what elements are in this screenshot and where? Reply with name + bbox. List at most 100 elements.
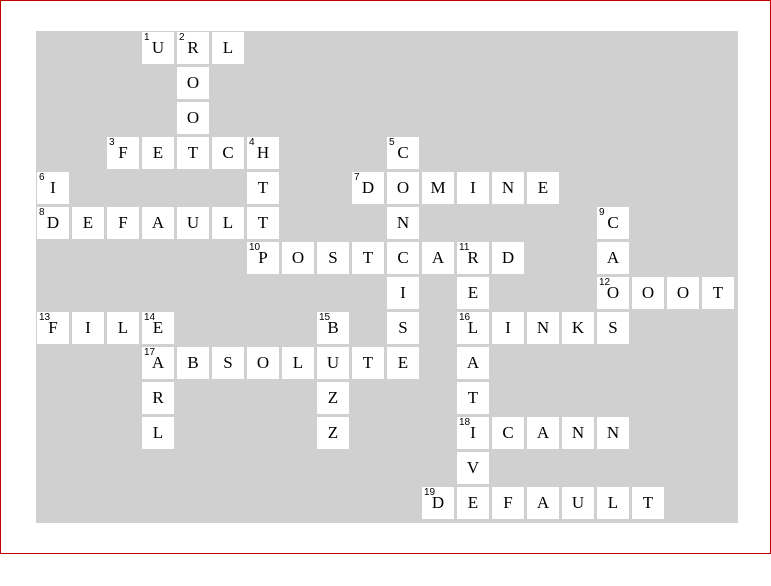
crossword-cell[interactable]: O [177,102,209,134]
crossword-cell[interactable]: D [492,242,524,274]
crossword-cell[interactable]: O [632,277,664,309]
crossword-cell[interactable]: 10 P [247,242,279,274]
cell-letter: D [46,213,60,232]
cell-letter: A [536,493,550,512]
crossword-cell[interactable]: 19 D [422,487,454,519]
crossword-cell[interactable]: 1U [142,32,174,64]
cell-letter: T [187,143,199,162]
crossword-cell[interactable]: B [177,347,209,379]
crossword-cell[interactable]: T [457,382,489,414]
cell-letter: F [48,318,58,337]
crossword-cell[interactable]: A [527,417,559,449]
crossword-cell[interactable]: 6I [37,172,69,204]
crossword-cell[interactable]: 16 L [457,312,489,344]
cell-letter: N [396,213,410,232]
crossword-cell[interactable]: S [597,312,629,344]
crossword-cell[interactable]: 11 R [457,242,489,274]
crossword-cell[interactable]: E [527,172,559,204]
crossword-cell[interactable]: S [317,242,349,274]
crossword-cell[interactable]: E [142,137,174,169]
cell-letter: S [608,318,618,337]
crossword-cell[interactable]: C [387,242,419,274]
cell-letter: M [430,178,446,197]
crossword-cell[interactable]: I [457,172,489,204]
crossword-cell[interactable]: K [562,312,594,344]
crossword-cell[interactable]: A [527,487,559,519]
crossword-cell[interactable]: 4H [247,137,279,169]
cell-letter: T [362,353,374,372]
crossword-cell[interactable]: I [492,312,524,344]
crossword-cell[interactable]: I [387,277,419,309]
crossword-cell[interactable]: E [387,347,419,379]
crossword-cell[interactable]: U [177,207,209,239]
cell-letter: S [398,318,408,337]
crossword-cell[interactable]: E [457,277,489,309]
crossword-cell[interactable]: 14 E [142,312,174,344]
crossword-cell[interactable]: 13 F [37,312,69,344]
crossword-cell[interactable]: N [562,417,594,449]
cell-letter: A [431,248,445,267]
crossword-cell[interactable]: R [142,382,174,414]
cell-letter: D [361,178,375,197]
crossword-cell[interactable]: F [107,207,139,239]
crossword-cell[interactable]: U [562,487,594,519]
crossword-cell[interactable]: E [72,207,104,239]
cell-letter: C [607,213,619,232]
crossword-cell[interactable]: T [632,487,664,519]
crossword-cell[interactable]: L [142,417,174,449]
crossword-cell[interactable]: O [667,277,699,309]
crossword-cell[interactable]: U [317,347,349,379]
crossword-cell[interactable]: 9C [597,207,629,239]
crossword-cell[interactable]: L [597,487,629,519]
crossword-cell[interactable]: 12 O [597,277,629,309]
crossword-cell[interactable]: N [492,172,524,204]
crossword-cell[interactable]: 17 A [142,347,174,379]
crossword-cell[interactable]: T [702,277,734,309]
crossword-cell[interactable]: A [457,347,489,379]
cell-letter: I [50,178,56,197]
crossword-cell[interactable]: A [597,242,629,274]
crossword-cell[interactable]: 2R [177,32,209,64]
crossword-cell[interactable]: C [492,417,524,449]
crossword-cell[interactable]: A [422,242,454,274]
crossword-cell[interactable]: N [387,207,419,239]
cell-letter: O [186,108,200,127]
crossword-cell[interactable]: 8D [37,207,69,239]
crossword-cell[interactable]: N [597,417,629,449]
crossword-cell[interactable]: T [247,207,279,239]
crossword-cell[interactable]: 15 B [317,312,349,344]
crossword-cell[interactable]: T [177,137,209,169]
crossword-cell[interactable]: T [352,242,384,274]
crossword-cell[interactable]: V [457,452,489,484]
crossword-cell[interactable]: L [212,207,244,239]
crossword-cell[interactable]: 7D [352,172,384,204]
crossword-cell[interactable]: N [527,312,559,344]
crossword-cell[interactable]: L [282,347,314,379]
cell-letter: A [151,213,165,232]
crossword-cell[interactable]: O [177,67,209,99]
crossword-cell[interactable]: T [247,172,279,204]
crossword-cell[interactable]: 3F [107,137,139,169]
cell-letter: L [117,318,129,337]
crossword-cell[interactable]: F [492,487,524,519]
crossword-cell[interactable]: 5C [387,137,419,169]
crossword-cell[interactable]: 18 I [457,417,489,449]
crossword-cell[interactable]: O [282,242,314,274]
crossword-cell[interactable]: Z [317,417,349,449]
cell-letter: I [470,178,476,197]
cell-letter: A [466,353,480,372]
crossword-cell[interactable]: I [72,312,104,344]
crossword-cell[interactable]: E [457,487,489,519]
crossword-cell[interactable]: Z [317,382,349,414]
cell-letter: S [223,353,233,372]
crossword-cell[interactable]: M [422,172,454,204]
crossword-cell[interactable]: O [387,172,419,204]
crossword-cell[interactable]: A [142,207,174,239]
crossword-cell[interactable]: T [352,347,384,379]
crossword-cell[interactable]: S [212,347,244,379]
crossword-cell[interactable]: L [107,312,139,344]
crossword-cell[interactable]: O [247,347,279,379]
crossword-cell[interactable]: C [212,137,244,169]
crossword-cell[interactable]: S [387,312,419,344]
crossword-cell[interactable]: L [212,32,244,64]
